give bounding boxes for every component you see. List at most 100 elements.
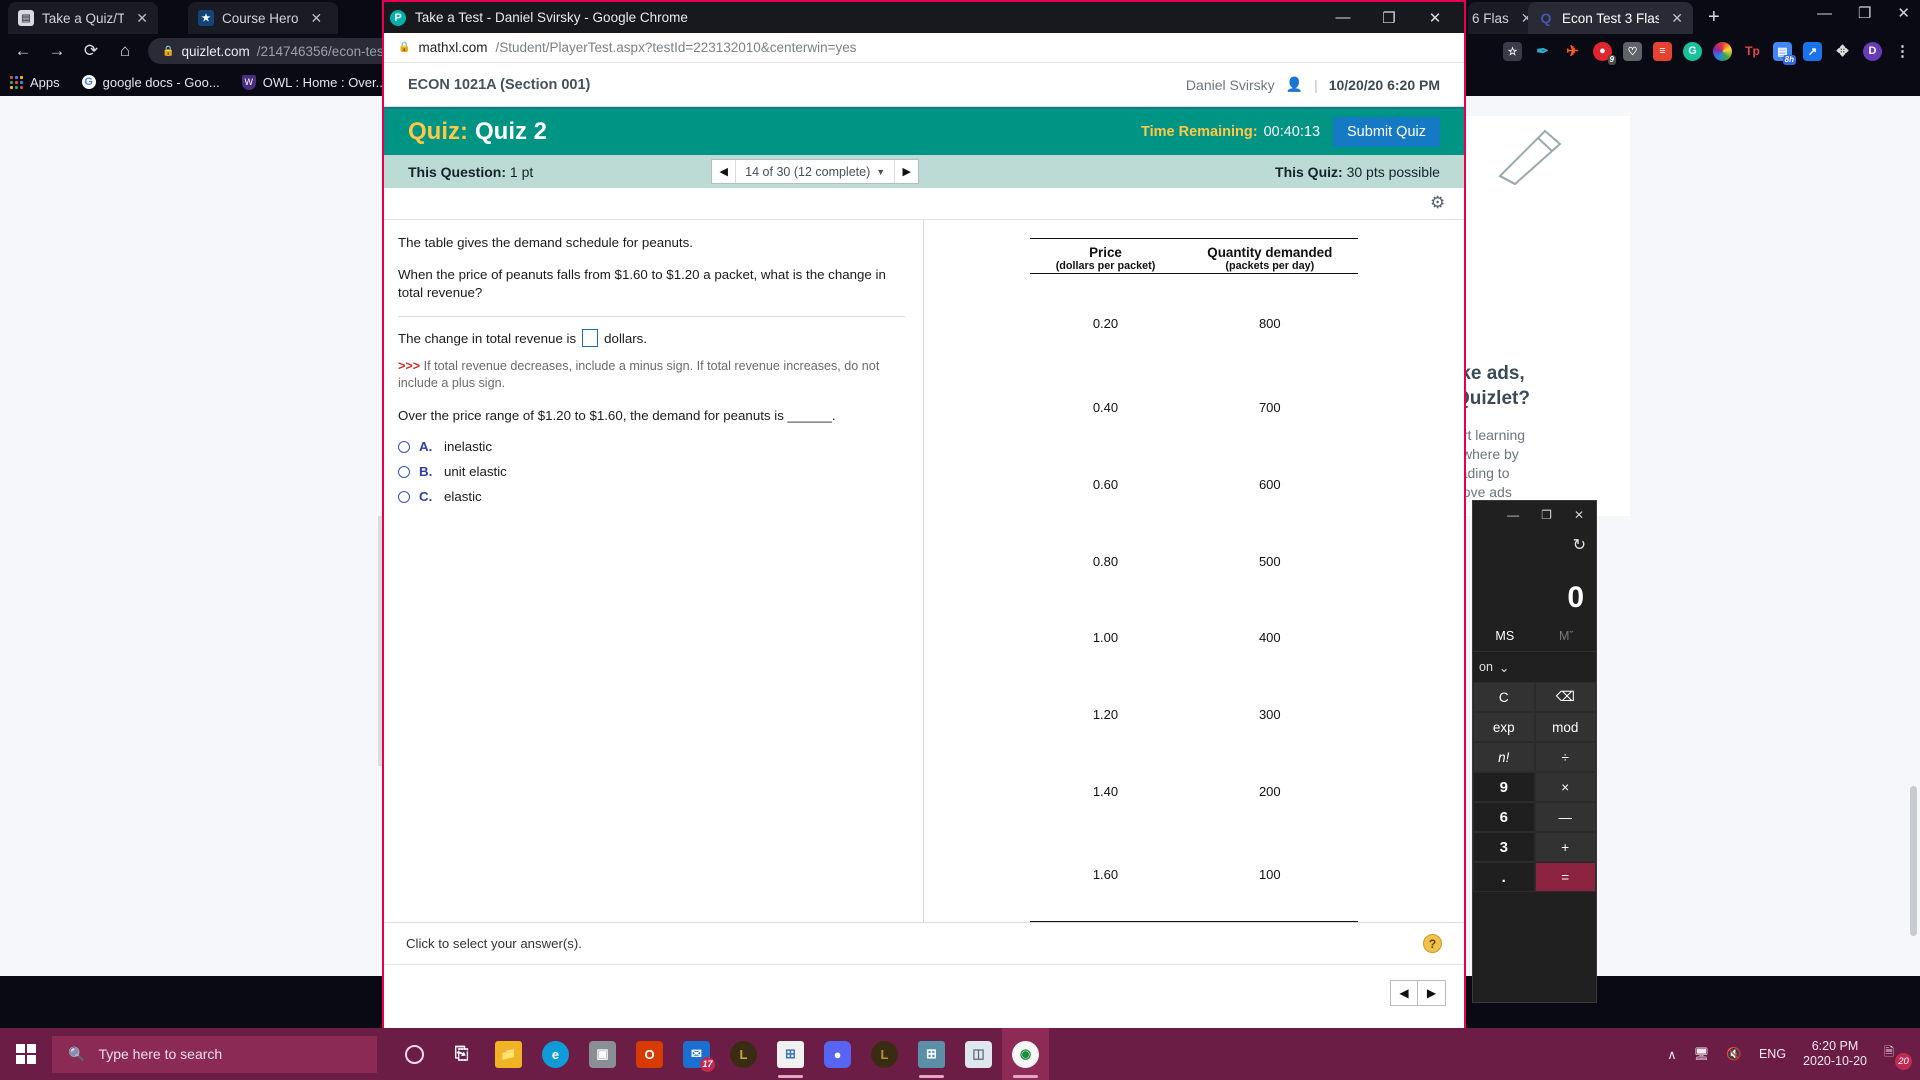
profile-avatar[interactable]: D: [1863, 41, 1882, 61]
bookmark-owl[interactable]: W OWL : Home : Over...: [241, 74, 387, 90]
question-selector-dropdown[interactable]: 14 of 30 (12 complete) ▼: [735, 160, 896, 183]
close-button[interactable]: ✕: [1897, 4, 1910, 22]
help-icon[interactable]: ?: [1423, 934, 1442, 953]
answer-choices: A. inelastic B. unit elastic C. elastic: [398, 439, 905, 504]
page-scrollbar[interactable]: [1910, 786, 1917, 936]
mod-key[interactable]: mod: [1534, 712, 1596, 742]
windows-start-icon[interactable]: [0, 1028, 52, 1080]
taskbar-search-input[interactable]: 🔍 Type here to search: [52, 1035, 377, 1073]
exp-key[interactable]: exp: [1473, 712, 1535, 742]
maximize-button[interactable]: ❐: [1858, 4, 1871, 22]
adobe-extension-icon[interactable]: ✈: [1563, 42, 1582, 61]
answer-input[interactable]: [582, 329, 599, 347]
browser-tab-econ-test-3[interactable]: Q Econ Test 3 Flashcar ✕: [1528, 2, 1693, 34]
close-icon[interactable]: ✕: [136, 10, 148, 27]
bookmark-apps[interactable]: Apps: [10, 75, 60, 90]
choice-b[interactable]: B. unit elastic: [398, 464, 905, 479]
decimal-key[interactable]: .: [1473, 862, 1535, 892]
table-row: 1.60 100: [1029, 830, 1359, 923]
home-icon[interactable]: ⌂: [108, 36, 142, 66]
photos-icon[interactable]: ▣: [579, 1028, 626, 1080]
calculator-mode-selector[interactable]: on ⌄: [1473, 652, 1596, 682]
history-icon[interactable]: ↻: [1473, 528, 1596, 562]
close-icon[interactable]: ✕: [311, 10, 323, 27]
todoist-extension-icon[interactable]: ≡: [1653, 41, 1672, 61]
forward-icon[interactable]: →: [40, 36, 74, 66]
close-icon[interactable]: ✕: [1671, 10, 1683, 27]
radio-icon[interactable]: [398, 490, 410, 503]
person-icon[interactable]: 👤: [1286, 76, 1303, 93]
discord-icon[interactable]: ●: [814, 1028, 861, 1080]
league-client-icon[interactable]: L: [861, 1028, 908, 1080]
back-icon[interactable]: ←: [6, 36, 40, 66]
minimize-button[interactable]: —: [1320, 2, 1366, 33]
task-view-icon[interactable]: ⎘: [438, 1028, 485, 1080]
pen-extension-icon[interactable]: ✒: [1533, 42, 1552, 61]
factorial-key[interactable]: n!: [1473, 742, 1535, 772]
office-icon[interactable]: O: [626, 1028, 673, 1080]
footer-next-button[interactable]: ▶: [1418, 979, 1446, 1006]
memory-store-button[interactable]: MS: [1495, 629, 1514, 643]
hint-marker: >>>: [398, 359, 421, 373]
sticky-notes-icon[interactable]: ◫: [955, 1028, 1002, 1080]
browser-tab-course-hero[interactable]: ★ Course Hero ✕: [188, 2, 338, 34]
close-button[interactable]: ✕: [1574, 508, 1584, 522]
clear-key[interactable]: C: [1473, 682, 1535, 712]
cortana-icon[interactable]: [391, 1028, 438, 1080]
backspace-key[interactable]: ⌫: [1534, 682, 1596, 712]
chrome-menu-icon[interactable]: ⋮: [1893, 42, 1912, 61]
minimize-button[interactable]: —: [1507, 508, 1519, 522]
teacherspayteachers-extension-icon[interactable]: Tp: [1743, 42, 1762, 61]
calculator-icon[interactable]: ⊞: [908, 1028, 955, 1080]
google-chrome-icon[interactable]: ◉: [1002, 1028, 1049, 1080]
bookmark-google-docs[interactable]: G google docs - Goo...: [81, 75, 220, 90]
minus-key[interactable]: —: [1534, 802, 1596, 832]
table-row: 0.20 800: [1030, 274, 1359, 369]
keep-extension-icon[interactable]: ♡: [1623, 41, 1642, 61]
tray-clock[interactable]: 6:20 PM 2020-10-20: [1803, 1039, 1867, 1069]
volume-muted-icon[interactable]: 🔇: [1726, 1047, 1742, 1062]
sub-question-text: Over the price range of $1.20 to $1.60, …: [398, 408, 836, 423]
microsoft-store-icon[interactable]: ⊞: [767, 1028, 814, 1080]
browser-tab-take-a-quiz[interactable]: ▤ Take a Quiz/Test ✕: [8, 2, 158, 34]
next-question-button[interactable]: ▶: [895, 160, 918, 183]
notifications-icon[interactable]: 🗎 20: [1884, 1043, 1912, 1070]
divide-key[interactable]: ÷: [1534, 742, 1596, 772]
memory-more-button[interactable]: Mˇ: [1559, 629, 1574, 643]
calendar-extension-icon[interactable]: ▤ 8h: [1773, 41, 1796, 65]
radio-icon[interactable]: [398, 465, 410, 478]
microsoft-edge-icon[interactable]: e: [532, 1028, 579, 1080]
plus-key[interactable]: +: [1534, 832, 1596, 862]
mail-icon[interactable]: ✉ 17: [673, 1028, 720, 1080]
close-button[interactable]: ✕: [1412, 2, 1458, 33]
equals-key[interactable]: =: [1534, 862, 1596, 892]
colorpicker-extension-icon[interactable]: [1713, 41, 1732, 61]
popup-address-bar[interactable]: 🔒 mathxl.com/Student/PlayerTest.aspx?tes…: [384, 33, 1464, 63]
tray-chevron-icon[interactable]: ∧: [1667, 1047, 1676, 1062]
recorder-extension-icon[interactable]: ● 9: [1593, 41, 1616, 65]
choice-a[interactable]: A. inelastic: [398, 439, 905, 454]
maximize-button[interactable]: ❐: [1366, 2, 1412, 33]
gear-icon[interactable]: ⚙: [1430, 194, 1447, 212]
network-icon[interactable]: 🖥: [1694, 1047, 1710, 1062]
new-tab-button[interactable]: +: [1708, 7, 1720, 27]
puzzle-extension-icon[interactable]: ✥: [1833, 42, 1852, 61]
file-explorer-icon[interactable]: 📁: [485, 1028, 532, 1080]
expand-extension-icon[interactable]: ↗: [1803, 41, 1822, 61]
multiply-key[interactable]: ×: [1534, 772, 1596, 802]
grammarly-extension-icon[interactable]: G: [1683, 41, 1702, 61]
reload-icon[interactable]: ⟳: [74, 36, 108, 66]
six-key[interactable]: 6: [1473, 802, 1535, 832]
star-icon[interactable]: ☆: [1503, 41, 1522, 61]
radio-icon[interactable]: [398, 440, 410, 453]
submit-quiz-button[interactable]: Submit Quiz: [1333, 117, 1440, 147]
nine-key[interactable]: 9: [1473, 772, 1535, 802]
league-of-legends-icon[interactable]: L: [720, 1028, 767, 1080]
three-key[interactable]: 3: [1473, 832, 1535, 862]
minimize-button[interactable]: —: [1817, 5, 1832, 22]
previous-question-button[interactable]: ◀: [712, 160, 735, 183]
choice-c[interactable]: C. elastic: [398, 489, 905, 504]
footer-previous-button[interactable]: ◀: [1390, 979, 1418, 1006]
language-indicator[interactable]: ENG: [1759, 1047, 1786, 1061]
maximize-button[interactable]: ❐: [1541, 508, 1552, 522]
